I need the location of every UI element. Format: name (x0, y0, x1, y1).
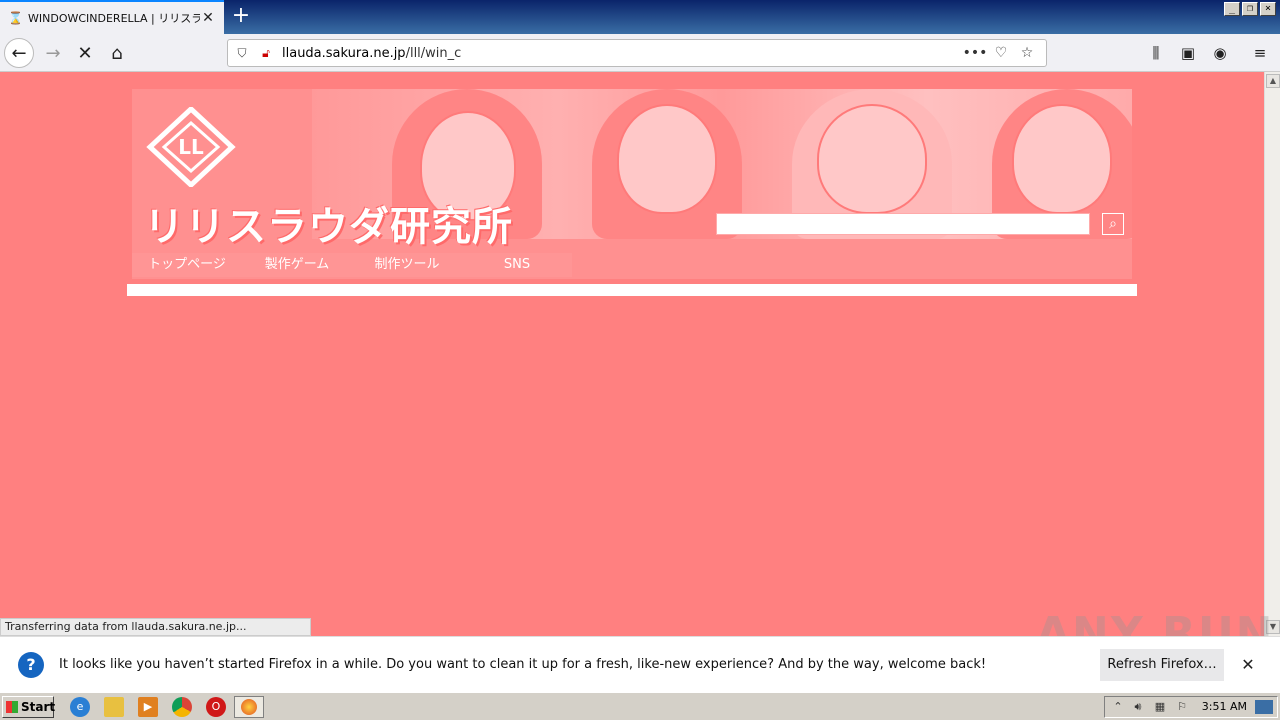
search-icon[interactable]: ⌕ (1102, 213, 1124, 235)
notification-message: It looks like you haven’t started Firefo… (59, 657, 987, 672)
content-divider (127, 284, 1137, 296)
status-bar: Transferring data from llauda.sakura.ne.… (0, 618, 311, 636)
menu-icon[interactable]: ≡ (1248, 42, 1272, 64)
new-tab-button[interactable]: + (228, 4, 254, 30)
question-icon: ? (18, 652, 44, 678)
nav-item-tools[interactable]: 制作ツール (352, 253, 462, 277)
tab-strip: ⌛ WINDOWCINDERELLA | リリスラ ✕ + _ ❐ × (0, 0, 1280, 34)
firefox-icon (241, 699, 257, 715)
restore-button[interactable]: ❐ (1242, 2, 1258, 16)
character-face (1012, 104, 1112, 214)
url-bar[interactable]: ⛉ 🔓︎ llauda.sakura.ne.jp/lll/win_c ••• ♡… (227, 39, 1047, 67)
notification-bar: ? It looks like you haven’t started Fire… (0, 636, 1280, 692)
close-window-button[interactable]: × (1260, 2, 1276, 16)
search-input[interactable] (716, 213, 1090, 235)
navigation-toolbar: ← → ✕ ⌂ ⛉ 🔓︎ llauda.sakura.ne.jp/lll/win… (0, 34, 1280, 72)
start-label: Start (21, 700, 56, 714)
vertical-scrollbar[interactable]: ▲ ▼ (1264, 72, 1280, 636)
pocket-icon[interactable]: ♡ (988, 45, 1014, 61)
minimize-button[interactable]: _ (1224, 2, 1240, 16)
svg-text:LL: LL (178, 135, 204, 159)
show-desktop-icon[interactable] (1255, 700, 1273, 714)
browser-tab[interactable]: ⌛ WINDOWCINDERELLA | リリスラ ✕ (0, 0, 224, 34)
url-host: llauda.sakura.ne.jp (282, 45, 406, 61)
url-path: /lll/win_c (405, 45, 462, 61)
tray-expand-icon[interactable]: ⌃ (1111, 700, 1125, 714)
nav-item-sns[interactable]: SNS (462, 253, 572, 277)
windows-flag-icon (6, 701, 18, 713)
firefox-taskbar-button[interactable] (234, 696, 264, 718)
back-button[interactable]: ← (4, 38, 34, 68)
shield-icon[interactable]: ⛉ (234, 46, 250, 61)
page-actions-icon[interactable]: ••• (962, 45, 988, 61)
chrome-icon[interactable] (172, 697, 192, 717)
network-icon[interactable]: ▦ (1153, 700, 1167, 714)
taskbar-clock[interactable]: 3:51 AM (1202, 700, 1247, 713)
account-icon[interactable]: ◉ (1208, 42, 1232, 64)
nav-item-games[interactable]: 製作ゲーム (242, 253, 352, 277)
start-button[interactable]: Start (2, 696, 56, 718)
opera-icon[interactable]: O (206, 697, 226, 717)
notification-close-icon[interactable]: ✕ (1238, 655, 1258, 675)
site-logo-icon[interactable]: LL (146, 107, 236, 187)
page-content: LL リリスラウダ研究所 ⌕ トップページ 製作ゲーム 制作ツール SNS (0, 72, 1264, 636)
refresh-firefox-button[interactable]: Refresh Firefox… (1100, 649, 1224, 681)
tab-close-icon[interactable]: ✕ (200, 10, 216, 26)
system-tray: ⌃ 🔊︎ ▦ ⚐ 3:51 AM (1104, 696, 1278, 718)
stop-button[interactable]: ✕ (70, 38, 100, 68)
scroll-up-icon[interactable]: ▲ (1266, 74, 1280, 88)
library-icon[interactable]: ⫼ (1144, 42, 1168, 64)
character-face (817, 104, 927, 214)
home-button[interactable]: ⌂ (102, 38, 132, 68)
character-face (617, 104, 717, 214)
site-header: LL リリスラウダ研究所 ⌕ トップページ 製作ゲーム 制作ツール SNS (132, 89, 1132, 279)
folder-icon[interactable] (104, 697, 124, 717)
action-center-flag-icon[interactable]: ⚐ (1175, 700, 1189, 714)
forward-button[interactable]: → (38, 38, 68, 68)
site-title[interactable]: リリスラウダ研究所 (144, 194, 513, 252)
nav-item-top[interactable]: トップページ (132, 253, 242, 277)
insecure-lock-icon[interactable]: 🔓︎ (258, 46, 274, 61)
url-text[interactable]: llauda.sakura.ne.jp/lll/win_c (282, 46, 962, 61)
volume-icon[interactable]: 🔊︎ (1131, 700, 1145, 714)
window-controls: _ ❐ × (1224, 2, 1276, 16)
tab-title: WINDOWCINDERELLA | リリスラ (28, 12, 200, 25)
sidebar-icon[interactable]: ▣ (1176, 42, 1200, 64)
taskbar: Start e ▶ O ⌃ 🔊︎ ▦ ⚐ 3:51 AM (0, 692, 1280, 720)
media-player-icon[interactable]: ▶ (138, 697, 158, 717)
bookmark-star-icon[interactable]: ☆ (1014, 45, 1040, 61)
hourglass-icon: ⌛ (8, 11, 23, 25)
site-nav: トップページ 製作ゲーム 制作ツール SNS (132, 253, 572, 277)
ie-icon[interactable]: e (70, 697, 90, 717)
